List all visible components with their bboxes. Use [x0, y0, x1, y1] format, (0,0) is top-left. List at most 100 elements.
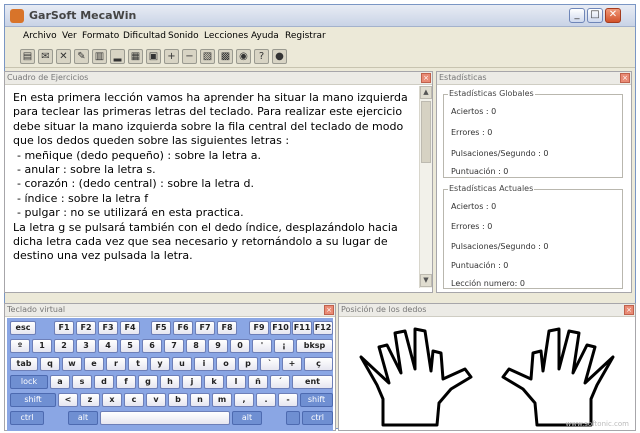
- key-right-shift[interactable]: shift: [300, 393, 333, 407]
- key-minus[interactable]: -: [278, 393, 298, 407]
- key-less-than[interactable]: <: [58, 393, 78, 407]
- key-plus[interactable]: +: [282, 357, 302, 371]
- key-left-shift[interactable]: shift: [10, 393, 56, 407]
- key-c-cedilla[interactable]: ç: [304, 357, 333, 371]
- minimize-button[interactable]: _: [569, 8, 585, 23]
- key-k[interactable]: k: [204, 375, 224, 389]
- key-grave[interactable]: `: [260, 357, 280, 371]
- key-y[interactable]: y: [150, 357, 170, 371]
- folder-open-icon[interactable]: ▤: [20, 49, 35, 64]
- keyboard-close-button[interactable]: ×: [324, 305, 334, 315]
- key-ordinal[interactable]: º: [10, 339, 30, 353]
- delete-icon[interactable]: ✕: [56, 49, 71, 64]
- key-left-ctrl[interactable]: ctrl: [10, 411, 44, 425]
- key-t[interactable]: t: [128, 357, 148, 371]
- key-left-alt[interactable]: alt: [68, 411, 98, 425]
- key-f8[interactable]: F8: [217, 321, 237, 335]
- key-0[interactable]: 0: [230, 339, 250, 353]
- key-1[interactable]: 1: [32, 339, 52, 353]
- key-4[interactable]: 4: [98, 339, 118, 353]
- key-e[interactable]: e: [84, 357, 104, 371]
- key-g[interactable]: g: [138, 375, 158, 389]
- key-tab[interactable]: tab: [10, 357, 38, 371]
- key-a[interactable]: a: [50, 375, 70, 389]
- key-8[interactable]: 8: [186, 339, 206, 353]
- key-f10[interactable]: F10: [270, 321, 291, 335]
- maximize-button[interactable]: □: [587, 8, 603, 23]
- chart-icon[interactable]: ▂: [110, 49, 125, 64]
- key-f6[interactable]: F6: [173, 321, 193, 335]
- key-2[interactable]: 2: [54, 339, 74, 353]
- exercise-close-button[interactable]: ×: [421, 73, 431, 83]
- key-caps-lock[interactable]: lock: [10, 375, 48, 389]
- menu-registrar[interactable]: Registrar: [285, 31, 326, 41]
- key-f7[interactable]: F7: [195, 321, 215, 335]
- menu-ver[interactable]: Ver: [62, 31, 77, 41]
- key-q[interactable]: q: [40, 357, 60, 371]
- key-x[interactable]: x: [102, 393, 122, 407]
- help-icon[interactable]: ?: [254, 49, 269, 64]
- key-c[interactable]: c: [124, 393, 144, 407]
- key-s[interactable]: s: [72, 375, 92, 389]
- add-icon[interactable]: +: [164, 49, 179, 64]
- key-d[interactable]: d: [94, 375, 114, 389]
- idea-icon[interactable]: ●: [272, 49, 287, 64]
- stats-close-button[interactable]: ×: [620, 73, 630, 83]
- key-f[interactable]: f: [116, 375, 136, 389]
- key-space[interactable]: [100, 411, 230, 425]
- menu-lecciones[interactable]: Lecciones: [204, 31, 248, 41]
- brush-icon[interactable]: ✎: [74, 49, 89, 64]
- key-f2[interactable]: F2: [76, 321, 96, 335]
- key-9[interactable]: 9: [208, 339, 228, 353]
- print-icon[interactable]: ▣: [146, 49, 161, 64]
- key-backspace[interactable]: bksp: [296, 339, 333, 353]
- key-inverted-exclamation[interactable]: ¡: [274, 339, 294, 353]
- key-f1[interactable]: F1: [54, 321, 74, 335]
- key-6[interactable]: 6: [142, 339, 162, 353]
- key-i[interactable]: i: [194, 357, 214, 371]
- key-b[interactable]: b: [168, 393, 188, 407]
- key-right-alt[interactable]: alt: [232, 411, 262, 425]
- key-m[interactable]: m: [212, 393, 232, 407]
- image-icon[interactable]: ▩: [218, 49, 233, 64]
- key-enter[interactable]: ent: [292, 375, 333, 389]
- key-j[interactable]: j: [182, 375, 202, 389]
- key-7[interactable]: 7: [164, 339, 184, 353]
- key-apostrophe[interactable]: ': [252, 339, 272, 353]
- key-r[interactable]: r: [106, 357, 126, 371]
- scroll-thumb[interactable]: [421, 101, 431, 163]
- record-icon[interactable]: ◉: [236, 49, 251, 64]
- menu-sonido[interactable]: Sonido: [168, 31, 199, 41]
- key-5[interactable]: 5: [120, 339, 140, 353]
- key-n-tilde[interactable]: ñ: [248, 375, 268, 389]
- exercise-scrollbar[interactable]: ▲ ▼: [419, 86, 432, 288]
- scroll-up-icon[interactable]: ▲: [420, 86, 432, 99]
- key-u[interactable]: u: [172, 357, 192, 371]
- fingers-close-button[interactable]: ×: [624, 305, 634, 315]
- menu-key-icon[interactable]: [286, 411, 300, 425]
- scroll-down-icon[interactable]: ▼: [420, 274, 432, 287]
- email-icon[interactable]: ✉: [38, 49, 53, 64]
- key-w[interactable]: w: [62, 357, 82, 371]
- minus-icon[interactable]: −: [182, 49, 197, 64]
- open-file-icon[interactable]: ▧: [200, 49, 215, 64]
- key-o[interactable]: o: [216, 357, 236, 371]
- menu-archivo[interactable]: Archivo: [23, 31, 57, 41]
- key-f5[interactable]: F5: [151, 321, 171, 335]
- key-right-ctrl[interactable]: ctrl: [302, 411, 333, 425]
- key-z[interactable]: z: [80, 393, 100, 407]
- key-f3[interactable]: F3: [98, 321, 118, 335]
- key-n[interactable]: n: [190, 393, 210, 407]
- key-h[interactable]: h: [160, 375, 180, 389]
- menu-ayuda[interactable]: Ayuda: [251, 31, 279, 41]
- key-3[interactable]: 3: [76, 339, 96, 353]
- key-l[interactable]: l: [226, 375, 246, 389]
- key-f4[interactable]: F4: [120, 321, 140, 335]
- document-icon[interactable]: ▥: [92, 49, 107, 64]
- key-p[interactable]: p: [238, 357, 258, 371]
- menu-formato[interactable]: Formato: [82, 31, 119, 41]
- page-icon[interactable]: ▦: [128, 49, 143, 64]
- key-esc[interactable]: esc: [10, 321, 36, 335]
- close-button[interactable]: ✕: [605, 8, 621, 23]
- key-comma[interactable]: ,: [234, 393, 254, 407]
